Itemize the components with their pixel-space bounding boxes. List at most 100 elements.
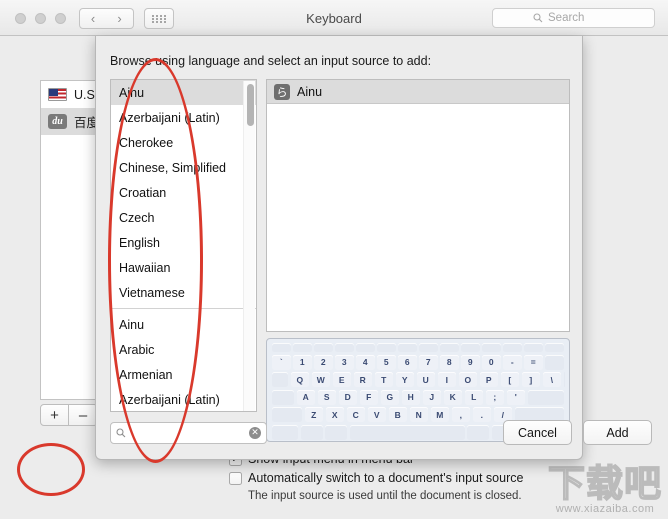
key-3: 3 <box>335 354 354 370</box>
key-]: ] <box>521 372 540 387</box>
key-[: [ <box>500 372 519 387</box>
key-blank <box>524 343 543 352</box>
system-preferences-window: ‹ › Keyboard Search U.S. du 百度 + – Autom… <box>0 0 668 519</box>
input-source-panel[interactable]: ら Ainu <box>266 79 570 332</box>
toolbar-search-input[interactable]: Search <box>492 8 655 28</box>
key-Y: Y <box>395 372 414 387</box>
key-blank <box>335 343 354 352</box>
key-;: ; <box>485 389 504 405</box>
us-flag-icon <box>48 88 67 101</box>
list-item[interactable]: Czech <box>111 205 256 230</box>
key-blank <box>272 372 288 387</box>
key-K: K <box>443 389 462 405</box>
list-item[interactable]: Azerbaijani (Latin) <box>111 105 256 130</box>
language-search-input[interactable]: ✕ <box>110 422 267 444</box>
key-B: B <box>388 407 407 422</box>
auto-switch-label: Automatically switch to a document's inp… <box>248 471 524 485</box>
key-Q: Q <box>290 372 309 387</box>
list-item[interactable]: English <box>111 230 256 255</box>
list-item-label: Ainu <box>119 317 145 332</box>
key-M: M <box>430 407 449 422</box>
scrollbar-thumb[interactable] <box>247 84 254 126</box>
plus-icon: + <box>50 406 59 424</box>
input-source-panel-header[interactable]: ら Ainu <box>267 80 569 104</box>
list-item-label: Chinese, Simplified <box>119 160 226 175</box>
language-list-scrollbar[interactable] <box>243 81 255 411</box>
sheet-prompt-label: Browse using language and select an inpu… <box>110 54 432 68</box>
key-blank <box>467 424 489 440</box>
key-R: R <box>353 372 372 387</box>
input-source-panel-label: Ainu <box>297 84 323 99</box>
key-\: \ <box>542 372 561 387</box>
list-item-label: Cherokee <box>119 135 174 150</box>
list-item[interactable]: Ainu <box>111 80 256 105</box>
key-F: F <box>359 389 378 405</box>
key-H: H <box>401 389 420 405</box>
key-5: 5 <box>377 354 396 370</box>
list-item-label: Ainu <box>119 85 145 100</box>
key-6: 6 <box>398 354 417 370</box>
key-0: 0 <box>482 354 501 370</box>
minus-icon: – <box>78 406 88 424</box>
key-7: 7 <box>419 354 438 370</box>
toolbar-search-placeholder: Search <box>548 12 585 24</box>
key-9: 9 <box>461 354 480 370</box>
key-J: J <box>422 389 441 405</box>
list-item-label: Vietnamese <box>119 285 185 300</box>
key-blank <box>300 424 323 440</box>
add-input-source-button[interactable]: + <box>40 404 69 426</box>
key-A: A <box>296 389 315 405</box>
key-blank <box>349 424 465 440</box>
list-item[interactable]: Arabic <box>111 337 256 362</box>
key-G: G <box>380 389 399 405</box>
list-item-label: Czech <box>119 210 155 225</box>
key-4: 4 <box>356 354 375 370</box>
list-item-label: Azerbaijani (Latin) <box>119 110 220 125</box>
key-L: L <box>464 389 483 405</box>
key-W: W <box>311 372 330 387</box>
key-O: O <box>458 372 477 387</box>
key-Z: Z <box>304 407 323 422</box>
list-item-label: Hawaiian <box>119 260 171 275</box>
key-C: C <box>346 407 365 422</box>
list-item[interactable]: Ainu <box>111 312 256 337</box>
input-source-add-remove-group: + – <box>40 404 98 426</box>
key-blank <box>482 343 501 352</box>
key-blank <box>461 343 480 352</box>
cancel-button[interactable]: Cancel <box>503 420 572 445</box>
key-`: ` <box>272 354 291 370</box>
keyboard-row-2: A S D F G H J K L; ' <box>272 389 564 405</box>
auto-switch-checkbox-row[interactable]: Automatically switch to a document's inp… <box>229 471 649 485</box>
key-blank <box>293 343 312 352</box>
remove-input-source-button[interactable]: – <box>69 404 98 426</box>
list-item[interactable]: Chinese, Simplified <box>111 155 256 180</box>
key-D: D <box>338 389 357 405</box>
key-blank <box>503 343 522 352</box>
auto-switch-checkbox[interactable] <box>229 472 242 485</box>
key-N: N <box>409 407 428 422</box>
list-item[interactable]: Cherokee <box>111 130 256 155</box>
key-blank <box>325 424 347 440</box>
list-item[interactable]: Vietnamese <box>111 280 256 305</box>
key-blank <box>440 343 459 352</box>
list-item[interactable]: Armenian <box>111 362 256 387</box>
key-blank <box>563 372 564 387</box>
language-list[interactable]: Ainu Azerbaijani (Latin) Cherokee Chinese, … <box>110 79 257 412</box>
list-item[interactable]: Hawaiian <box>111 255 256 280</box>
language-list-separator <box>111 308 256 309</box>
list-item-label: Armenian <box>119 367 173 382</box>
keyboard-row-function <box>272 343 564 352</box>
list-item[interactable]: Azerbaijani (Latin) <box>111 387 256 411</box>
search-icon <box>116 428 126 438</box>
list-item[interactable]: Croatian <box>111 180 256 205</box>
key--: - <box>503 354 522 370</box>
key-X: X <box>325 407 344 422</box>
add-button[interactable]: Add <box>583 420 652 445</box>
key-T: T <box>374 372 393 387</box>
key-=: = <box>524 354 543 370</box>
key-blank <box>545 354 564 370</box>
du-badge-icon: du <box>48 114 67 129</box>
clear-search-icon[interactable]: ✕ <box>249 427 261 439</box>
key-blank <box>419 343 438 352</box>
key-blank <box>272 389 294 405</box>
